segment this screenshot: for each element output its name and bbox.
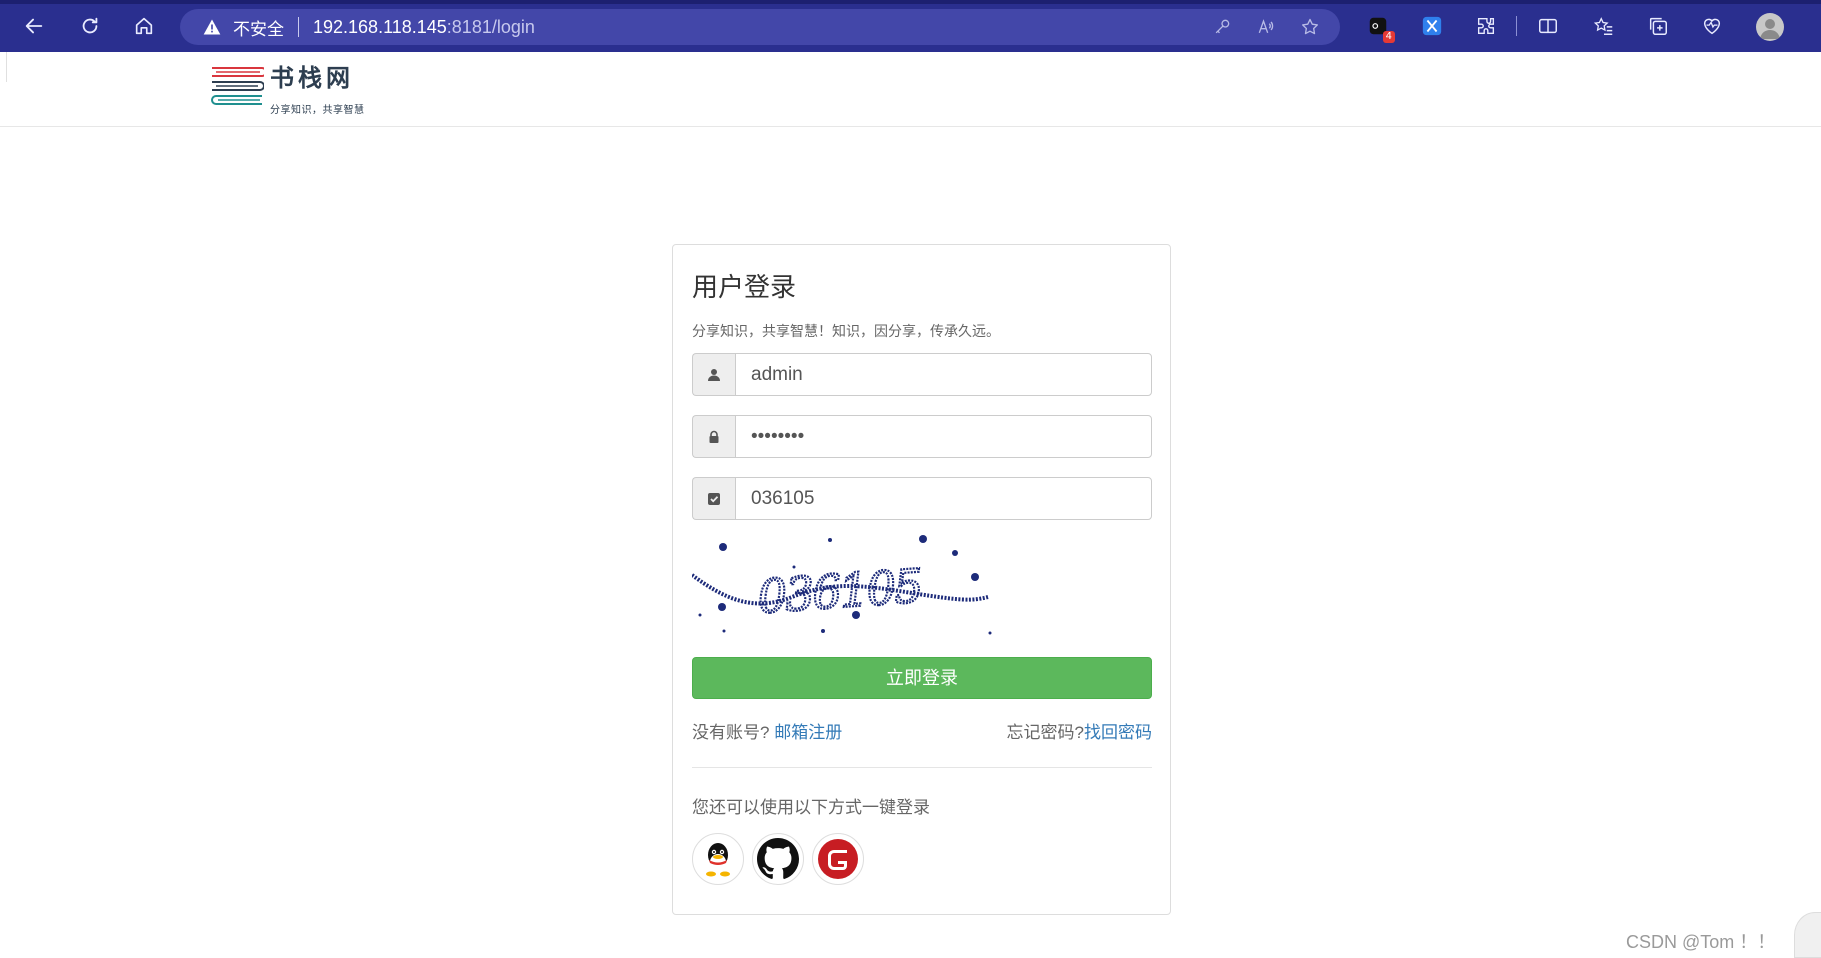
favorites-button[interactable] (1590, 12, 1618, 40)
insecure-label[interactable]: 不安全 (233, 15, 284, 40)
puzzle-icon (1477, 17, 1495, 35)
toolbar-divider (1516, 16, 1517, 36)
qq-login-button[interactable] (692, 833, 744, 885)
browser-toolbar: 不安全 192.168.118.145:8181/login 4 (0, 0, 1821, 52)
qq-icon (706, 843, 730, 877)
reload-button[interactable] (70, 6, 110, 46)
read-aloud-icon[interactable] (1254, 15, 1278, 39)
split-screen-button[interactable] (1534, 12, 1562, 40)
password-group (692, 415, 1152, 458)
extensions-button[interactable] (1472, 12, 1500, 40)
extension-copilot-button[interactable]: 4 (1364, 12, 1395, 43)
left-edge-mark (0, 52, 7, 82)
split-screen-icon (1539, 18, 1557, 34)
no-account-text: 没有账号? (692, 723, 770, 742)
captcha-image[interactable]: 036105 (692, 535, 992, 637)
browser-essentials-button[interactable] (1698, 12, 1726, 40)
register-row: 没有账号? 邮箱注册 (692, 718, 842, 743)
gitee-icon (818, 839, 858, 879)
tab-strip-edge (0, 0, 1821, 4)
arrow-left-icon (25, 18, 43, 34)
heart-pulse-icon (1703, 18, 1721, 35)
address-bar[interactable]: 不安全 192.168.118.145:8181/login (180, 9, 1340, 45)
login-button[interactable]: 立即登录 (692, 657, 1152, 699)
username-input[interactable] (735, 353, 1152, 396)
gitee-login-button[interactable] (812, 833, 864, 885)
forgot-password-text: 忘记密码? (1006, 723, 1084, 742)
captcha-text: 036105 (756, 559, 923, 624)
captcha-group (692, 477, 1152, 520)
login-subtitle: 分享知识，共享智慧！知识，因分享，传承久远。 (692, 323, 1000, 339)
password-input[interactable] (735, 415, 1152, 458)
url-host: 192.168.118.145 (313, 16, 447, 37)
floating-widget[interactable] (1794, 912, 1821, 958)
captcha-input[interactable] (735, 477, 1152, 520)
username-group (692, 353, 1152, 396)
checkbox-icon (692, 477, 735, 520)
warning-icon[interactable] (202, 16, 224, 38)
login-title: 用户登录 (692, 272, 797, 302)
extension-badge: 4 (1382, 31, 1395, 43)
site-logo[interactable]: 书栈网 分享知识，共享智慧 (210, 64, 365, 116)
github-login-button[interactable] (752, 833, 804, 885)
favorite-star-icon[interactable] (1298, 15, 1322, 39)
profile-avatar[interactable] (1756, 13, 1784, 41)
bookmark-app-icon (1422, 16, 1442, 36)
home-icon (135, 17, 153, 35)
email-register-link[interactable]: 邮箱注册 (774, 723, 842, 742)
reload-icon (82, 17, 98, 34)
home-button[interactable] (124, 6, 164, 46)
collections-icon (1649, 17, 1667, 35)
collections-button[interactable] (1644, 12, 1672, 40)
site-name: 书栈网 (270, 64, 354, 92)
csdn-watermark: CSDN @Tom ！！ (1626, 932, 1776, 952)
user-icon (692, 353, 735, 396)
lock-icon (692, 415, 735, 458)
login-panel: 用户登录 分享知识，共享智慧！知识，因分享，传承久远。 036105 (672, 244, 1171, 915)
extension-blue-button[interactable] (1418, 12, 1446, 40)
url-path: :8181/login (446, 16, 535, 37)
github-icon (757, 838, 799, 879)
back-button[interactable] (14, 6, 54, 46)
recover-password-link[interactable]: 找回密码 (1084, 723, 1152, 742)
site-slogan: 分享知识，共享智慧 (270, 105, 365, 116)
account-links: 没有账号? 邮箱注册 忘记密码?找回密码 (692, 718, 1152, 742)
user-avatar-icon (1760, 19, 1780, 39)
favorites-list-icon (1593, 17, 1613, 35)
url-separator (298, 17, 299, 37)
books-logo-icon (211, 67, 264, 105)
section-divider (692, 767, 1152, 768)
oauth-prompt: 您还可以使用以下方式一键登录 (692, 798, 930, 817)
recover-row: 忘记密码?找回密码 (1007, 718, 1152, 743)
site-header: 书栈网 分享知识，共享智慧 (0, 52, 1821, 127)
key-icon[interactable] (1210, 15, 1234, 39)
